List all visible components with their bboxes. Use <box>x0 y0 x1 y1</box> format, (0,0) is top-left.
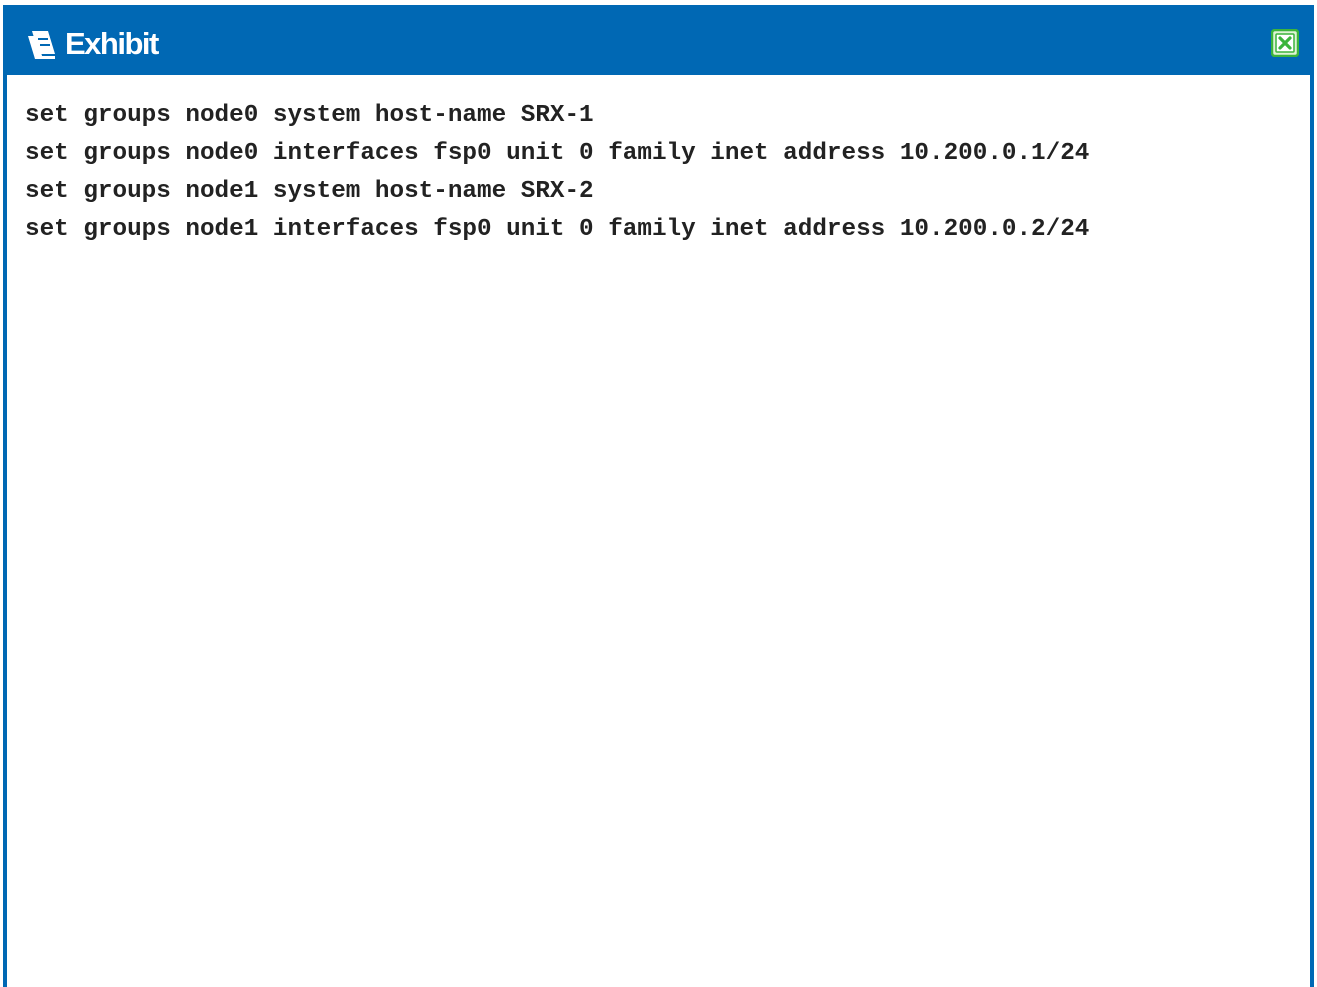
exhibit-window: Exhibit set groups node0 system host-nam… <box>3 5 1314 987</box>
config-line: set groups node1 interfaces fsp0 unit 0 … <box>25 216 1090 243</box>
close-button[interactable] <box>1270 28 1300 58</box>
exhibit-book-icon <box>24 29 60 61</box>
exhibit-content: set groups node0 system host-name SRX-1 … <box>25 97 1292 987</box>
window-title: Exhibit <box>65 26 159 61</box>
config-line: set groups node0 interfaces fsp0 unit 0 … <box>25 140 1090 167</box>
title-bar: Exhibit <box>7 9 1310 75</box>
config-line: set groups node1 system host-name SRX-2 <box>25 178 594 205</box>
config-line: set groups node0 system host-name SRX-1 <box>25 102 594 129</box>
close-icon <box>1270 28 1300 58</box>
